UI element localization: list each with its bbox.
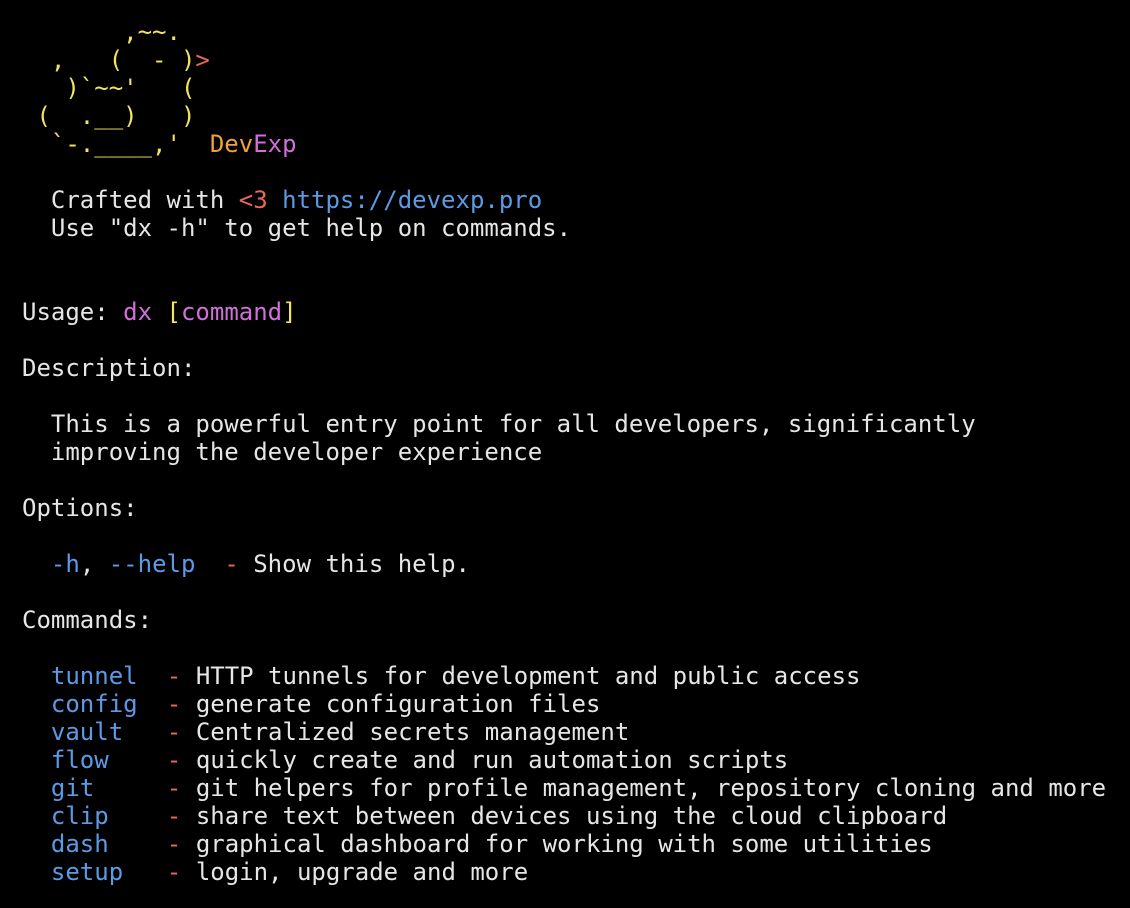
ascii-line: ,~~. bbox=[22, 18, 181, 46]
ascii-line-text: , ( - ) bbox=[22, 46, 196, 74]
ascii-line: )`~~' ( bbox=[22, 74, 196, 102]
help-hint: Use "dx -h" to get help on commands. bbox=[50, 214, 572, 242]
option-row: -h, --help - Show this help. bbox=[22, 550, 1130, 578]
description-text: This is a powerful entry point for all d… bbox=[50, 410, 976, 438]
command-name-tunnel: tunnel bbox=[50, 662, 138, 690]
command-description: HTTP tunnels for development and public … bbox=[195, 662, 861, 690]
command-name-config: config bbox=[50, 690, 138, 718]
command-row: clip - share text between devices using t… bbox=[22, 802, 1130, 830]
command-row: git - git helpers for profile management,… bbox=[22, 774, 1130, 802]
description-line: improving the developer experience bbox=[22, 438, 1130, 466]
option-separator: , bbox=[79, 550, 109, 578]
command-description: generate configuration files bbox=[195, 690, 601, 718]
ascii-banner: ,~~. , ( - )> )`~~' ( ( .__) ) `-.____,'… bbox=[22, 18, 1130, 158]
usage-line: Usage: dx [command] bbox=[22, 298, 1130, 326]
heart-text: <3 bbox=[238, 186, 268, 214]
description-heading: Description: bbox=[22, 354, 196, 382]
command-name-dash: dash bbox=[50, 830, 109, 858]
command-description: graphical dashboard for working with som… bbox=[195, 830, 933, 858]
command-dash: - bbox=[166, 746, 182, 774]
usage-arg: command bbox=[180, 298, 283, 326]
usage-label: Usage: bbox=[22, 298, 109, 326]
command-name-flow: flow bbox=[50, 746, 109, 774]
command-row: flow - quickly create and run automation … bbox=[22, 746, 1130, 774]
command-name-setup: setup bbox=[50, 858, 124, 886]
option-description: Show this help. bbox=[253, 550, 470, 578]
command-row: setup - login, upgrade and more bbox=[22, 858, 1130, 886]
credit-line: Crafted with <3 https://devexp.pro bbox=[22, 186, 1130, 214]
command-description: git helpers for profile management, repo… bbox=[195, 774, 1107, 802]
usage-bin: dx bbox=[123, 298, 153, 326]
description-line: This is a powerful entry point for all d… bbox=[22, 410, 1130, 438]
command-row: config - generate configuration files bbox=[22, 690, 1130, 718]
ascii-line-text: `-.____,' bbox=[22, 130, 210, 158]
command-dash: - bbox=[166, 690, 182, 718]
command-description: login, upgrade and more bbox=[195, 858, 529, 886]
brand-dev: Dev bbox=[209, 130, 254, 158]
command-description: quickly create and run automation script… bbox=[195, 746, 789, 774]
usage-bracket-open: [ bbox=[166, 298, 181, 326]
command-row: vault - Centralized secrets management bbox=[22, 718, 1130, 746]
description-text: improving the developer experience bbox=[50, 438, 543, 466]
command-description: share text between devices using the clo… bbox=[195, 802, 948, 830]
help-hint-line: Use "dx -h" to get help on commands. bbox=[22, 214, 1130, 242]
commands-list: tunnel - HTTP tunnels for development and… bbox=[22, 662, 1130, 886]
options-heading: Options: bbox=[22, 494, 138, 522]
ascii-line: , ( - )> bbox=[22, 46, 1130, 74]
website-link[interactable]: https://devexp.pro bbox=[282, 186, 542, 214]
ascii-beak: > bbox=[195, 46, 210, 74]
option-long-flag: --help bbox=[108, 550, 196, 578]
ascii-line: `-.____,' DevExp bbox=[22, 130, 1130, 158]
command-dash: - bbox=[166, 662, 182, 690]
command-dash: - bbox=[166, 718, 182, 746]
commands-heading: Commands: bbox=[22, 606, 153, 634]
usage-bracket-close: ] bbox=[282, 298, 297, 326]
command-dash: - bbox=[166, 858, 182, 886]
command-description: Centralized secrets management bbox=[195, 718, 630, 746]
command-name-git: git bbox=[50, 774, 95, 802]
command-name-clip: clip bbox=[50, 802, 109, 830]
credit-prefix: Crafted with bbox=[50, 186, 239, 214]
command-dash: - bbox=[166, 830, 182, 858]
command-dash: - bbox=[166, 802, 182, 830]
command-row: dash - graphical dashboard for working wi… bbox=[22, 830, 1130, 858]
command-dash: - bbox=[166, 774, 182, 802]
command-row: tunnel - HTTP tunnels for development and… bbox=[22, 662, 1130, 690]
command-name-vault: vault bbox=[50, 718, 124, 746]
terminal-window[interactable]: ,~~. , ( - )> )`~~' ( ( .__) ) `-.____,'… bbox=[0, 0, 1130, 908]
brand-exp: Exp bbox=[253, 130, 297, 158]
option-dash: - bbox=[224, 550, 239, 578]
ascii-line: ( .__) ) bbox=[22, 102, 196, 130]
option-short-flag: -h bbox=[50, 550, 80, 578]
